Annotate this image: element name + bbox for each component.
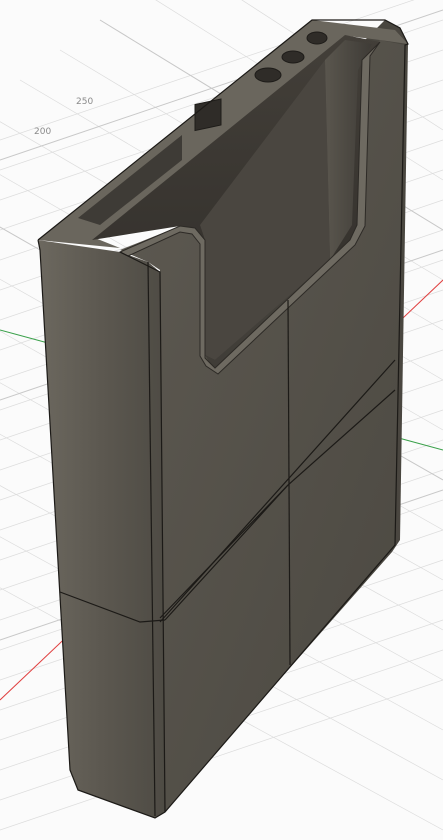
grid-label-200: 200 bbox=[34, 127, 51, 137]
3d-viewport[interactable]: 250 200 bbox=[0, 0, 443, 840]
round-hole-3 bbox=[306, 31, 328, 45]
round-hole-2 bbox=[281, 50, 305, 64]
round-hole-1 bbox=[254, 67, 282, 83]
card-box-model[interactable] bbox=[37, 19, 409, 819]
grid-label-250: 250 bbox=[76, 97, 93, 107]
left-side-face bbox=[38, 240, 165, 818]
viewport-canvas[interactable]: 250 200 bbox=[0, 0, 443, 840]
